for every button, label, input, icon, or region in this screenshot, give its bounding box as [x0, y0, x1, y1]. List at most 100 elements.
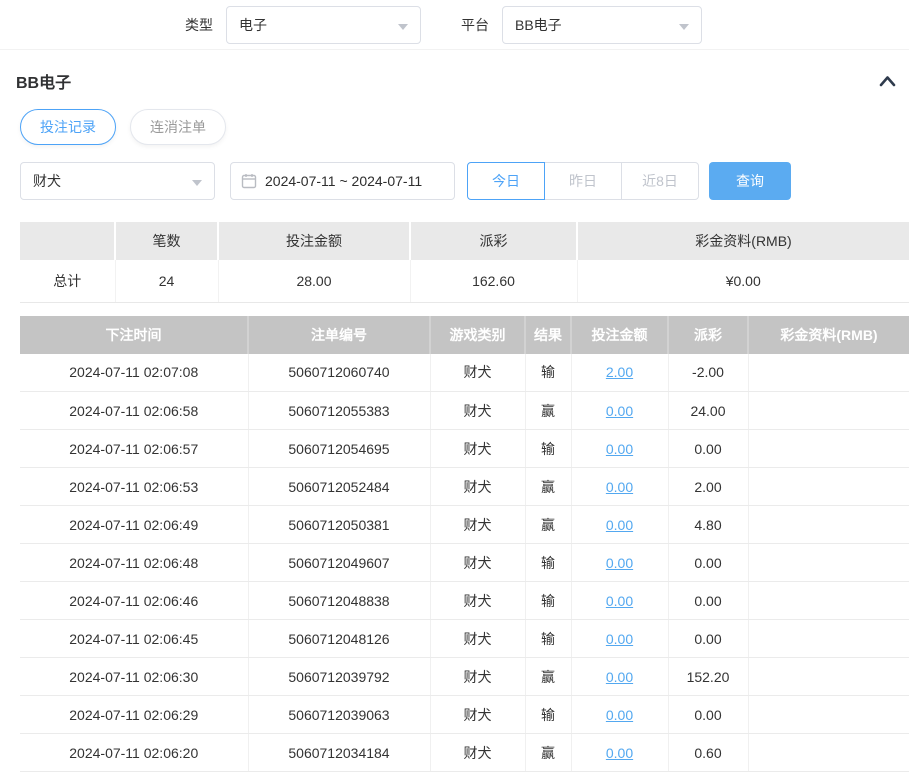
game-select-value: 财犬: [33, 173, 61, 189]
cell-bet-time: 2024-07-11 02:06:30: [20, 658, 248, 696]
table-row: 2024-07-11 02:06:30 5060712039792 财犬 赢 0…: [20, 658, 909, 696]
cell-result: 输: [525, 620, 571, 658]
bet-amount-link[interactable]: 0.00: [606, 517, 633, 533]
cell-bonus: [748, 392, 909, 430]
cell-order-number: 5060712048838: [248, 582, 430, 620]
tab-cancelled-orders[interactable]: 连消注单: [130, 109, 226, 145]
cell-game-category: 财犬: [430, 506, 525, 544]
bet-records-table: 下注时间 注单编号 游戏类别 结果 投注金额 派彩 彩金资料(RMB) 2024…: [20, 316, 909, 772]
cell-payout: -2.00: [668, 354, 748, 392]
chevron-up-icon: [878, 73, 897, 89]
cell-bonus: [748, 430, 909, 468]
platform-select-value: BB电子: [515, 17, 562, 33]
cell-result: 输: [525, 582, 571, 620]
tabs: 投注记录 连消注单: [0, 106, 909, 145]
platform-label: 平台: [461, 15, 489, 35]
cell-bet-amount: 0.00: [571, 430, 668, 468]
cell-game-category: 财犬: [430, 354, 525, 392]
cell-result: 赢: [525, 468, 571, 506]
cell-bet-time: 2024-07-11 02:06:46: [20, 582, 248, 620]
chevron-down-icon: [398, 24, 408, 30]
bet-amount-link[interactable]: 0.00: [606, 403, 633, 419]
today-button[interactable]: 今日: [467, 162, 545, 200]
cell-game-category: 财犬: [430, 696, 525, 734]
bet-amount-link[interactable]: 0.00: [606, 479, 633, 495]
bet-table-body: 2024-07-11 02:07:08 5060712060740 财犬 输 2…: [20, 354, 909, 772]
cell-order-number: 5060712048126: [248, 620, 430, 658]
bet-amount-link[interactable]: 0.00: [606, 555, 633, 571]
table-row: 2024-07-11 02:06:53 5060712052484 财犬 赢 0…: [20, 468, 909, 506]
cell-result: 赢: [525, 658, 571, 696]
cell-bet-time: 2024-07-11 02:07:08: [20, 354, 248, 392]
cell-result: 赢: [525, 392, 571, 430]
date-range-picker[interactable]: 2024-07-11 ~ 2024-07-11: [230, 162, 455, 200]
summary-table: 笔数 投注金额 派彩 彩金资料(RMB) 总计 24 28.00 162.60 …: [20, 222, 909, 303]
cell-game-category: 财犬: [430, 620, 525, 658]
summary-header-row: 笔数 投注金额 派彩 彩金资料(RMB): [20, 222, 909, 260]
table-row: 2024-07-11 02:06:57 5060712054695 财犬 输 0…: [20, 430, 909, 468]
cell-bet-time: 2024-07-11 02:06:58: [20, 392, 248, 430]
last8days-button[interactable]: 近8日: [621, 162, 699, 200]
table-row: 2024-07-11 02:06:58 5060712055383 财犬 赢 0…: [20, 392, 909, 430]
cell-order-number: 5060712039792: [248, 658, 430, 696]
cell-game-category: 财犬: [430, 658, 525, 696]
cell-bonus: [748, 582, 909, 620]
header-bet-time: 下注时间: [20, 316, 248, 354]
cell-payout: 152.20: [668, 658, 748, 696]
search-button[interactable]: 查询: [709, 162, 791, 200]
summary-total-count: 24: [115, 260, 218, 302]
cell-bet-time: 2024-07-11 02:06:53: [20, 468, 248, 506]
calendar-icon: [241, 173, 257, 189]
bet-amount-link[interactable]: 0.00: [606, 631, 633, 647]
summary-header-bonus: 彩金资料(RMB): [577, 222, 909, 260]
cell-payout: 4.80: [668, 506, 748, 544]
type-label: 类型: [185, 15, 213, 35]
cell-game-category: 财犬: [430, 430, 525, 468]
cell-bet-time: 2024-07-11 02:06:29: [20, 696, 248, 734]
platform-select[interactable]: BB电子: [502, 6, 702, 44]
summary-total-bonus: ¥0.00: [577, 260, 909, 302]
header-game-category: 游戏类别: [430, 316, 525, 354]
collapse-button[interactable]: [878, 73, 897, 89]
bet-amount-link[interactable]: 0.00: [606, 441, 633, 457]
bet-amount-link[interactable]: 0.00: [606, 593, 633, 609]
cell-bonus: [748, 468, 909, 506]
cell-bonus: [748, 620, 909, 658]
table-row: 2024-07-11 02:07:08 5060712060740 财犬 输 2…: [20, 354, 909, 392]
cell-bet-amount: 0.00: [571, 696, 668, 734]
bet-amount-link[interactable]: 2.00: [606, 364, 633, 380]
date-range-value: 2024-07-11 ~ 2024-07-11: [265, 173, 422, 189]
yesterday-button[interactable]: 昨日: [544, 162, 622, 200]
chevron-down-icon: [679, 24, 689, 30]
cell-bet-amount: 0.00: [571, 468, 668, 506]
cell-bet-time: 2024-07-11 02:06:49: [20, 506, 248, 544]
type-filter-group: 类型 电子: [185, 6, 421, 44]
cell-game-category: 财犬: [430, 582, 525, 620]
cell-game-category: 财犬: [430, 544, 525, 582]
cell-payout: 0.00: [668, 544, 748, 582]
table-row: 2024-07-11 02:06:48 5060712049607 财犬 输 0…: [20, 544, 909, 582]
cell-order-number: 5060712055383: [248, 392, 430, 430]
tab-bet-records[interactable]: 投注记录: [20, 109, 116, 145]
game-select[interactable]: 财犬: [20, 162, 215, 200]
summary-total-payout: 162.60: [410, 260, 577, 302]
query-row: 财犬 2024-07-11 ~ 2024-07-11 今日 昨日 近8日 查询: [20, 162, 889, 200]
cell-bet-amount: 0.00: [571, 658, 668, 696]
table-row: 2024-07-11 02:06:45 5060712048126 财犬 输 0…: [20, 620, 909, 658]
cell-order-number: 5060712049607: [248, 544, 430, 582]
bet-amount-link[interactable]: 0.00: [606, 669, 633, 685]
header-order-number: 注单编号: [248, 316, 430, 354]
cell-payout: 0.00: [668, 430, 748, 468]
cell-result: 输: [525, 696, 571, 734]
header-bonus: 彩金资料(RMB): [748, 316, 909, 354]
header-payout: 派彩: [668, 316, 748, 354]
type-select[interactable]: 电子: [226, 6, 421, 44]
quick-date-button-group: 今日 昨日 近8日: [467, 162, 699, 200]
cell-game-category: 财犬: [430, 468, 525, 506]
cell-order-number: 5060712050381: [248, 506, 430, 544]
bet-table-header-row: 下注时间 注单编号 游戏类别 结果 投注金额 派彩 彩金资料(RMB): [20, 316, 909, 354]
cell-payout: 0.00: [668, 620, 748, 658]
cell-order-number: 5060712039063: [248, 696, 430, 734]
bet-amount-link[interactable]: 0.00: [606, 707, 633, 723]
top-filter-bar: 类型 电子 平台 BB电子: [0, 0, 909, 50]
